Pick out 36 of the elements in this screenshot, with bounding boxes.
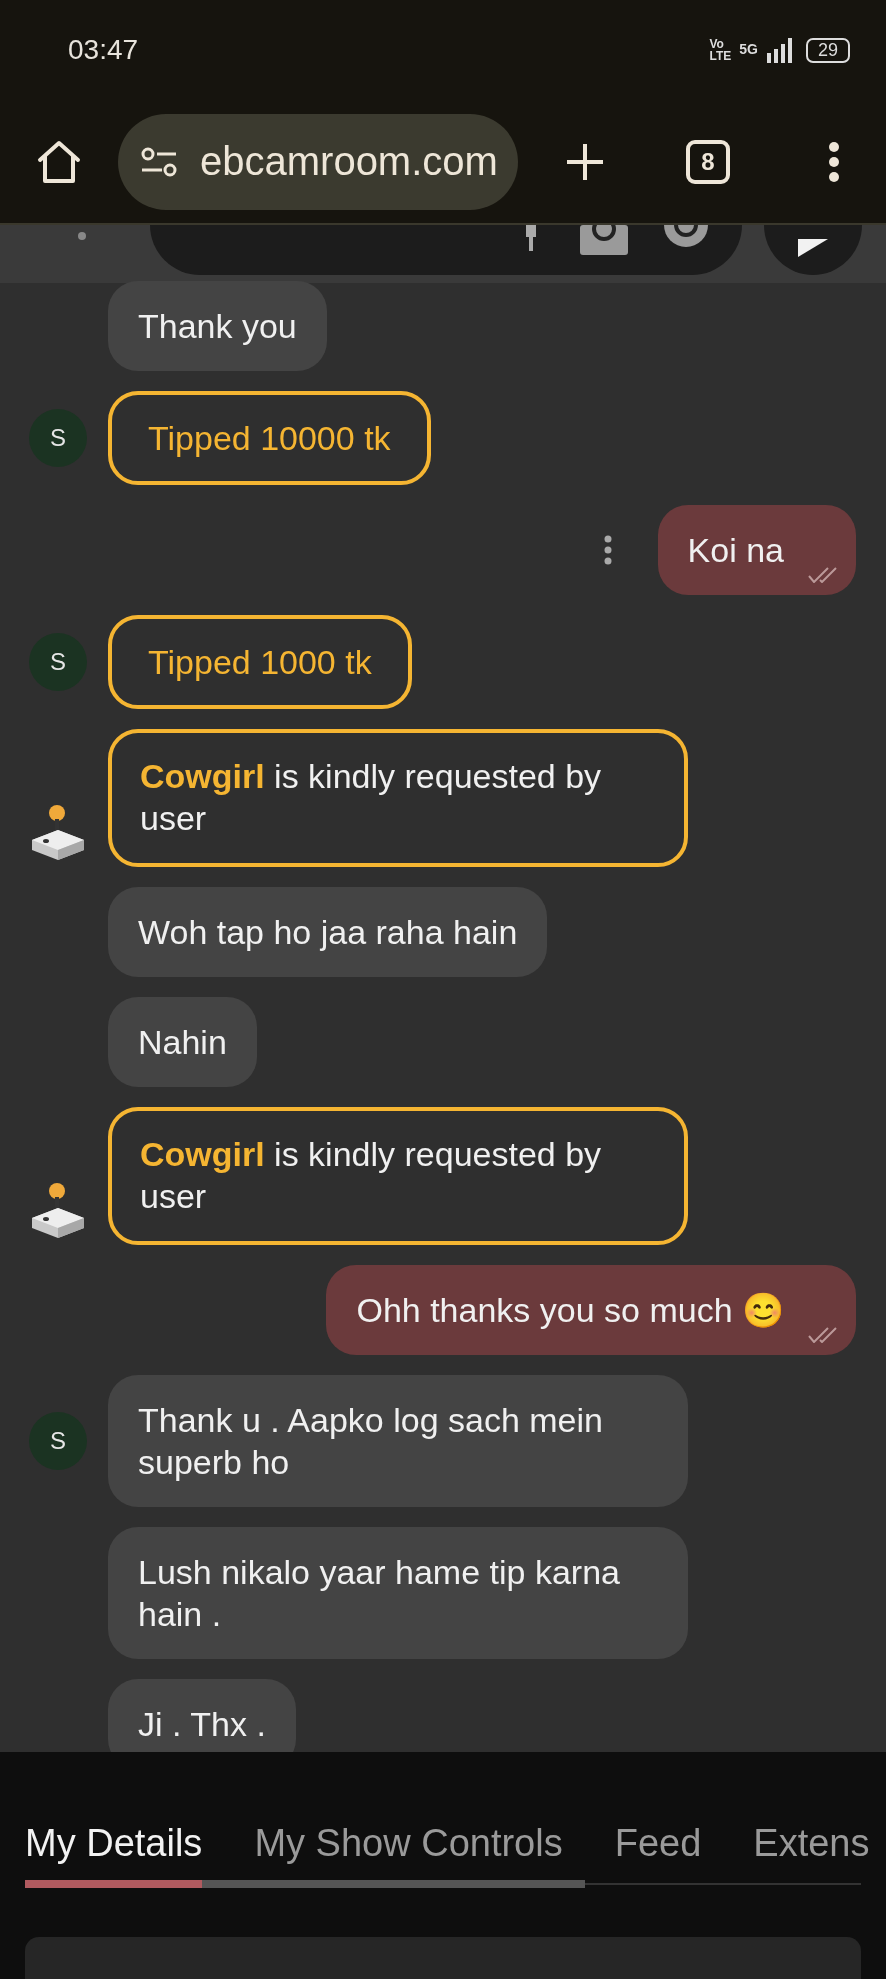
joystick-icon (30, 1182, 86, 1240)
camera-icon[interactable] (580, 225, 628, 255)
tab[interactable]: My Show Controls (254, 1822, 563, 1883)
notice-bubble: Cowgirl is kindly requested by user (108, 1107, 688, 1245)
address-bar[interactable]: ebcamroom.com (118, 113, 518, 210)
battery-indicator: 29 (805, 37, 850, 63)
tab-count-button[interactable]: 8 (686, 139, 730, 184)
message-bubble: Thank you (108, 281, 327, 371)
message-bubble: Lush nikalo yaar hame tip karna hain . (108, 1527, 688, 1659)
message-bubble: Woh tap ho jaa raha hain (108, 887, 548, 977)
message-bubble: Thank u . Aapko log sach mein superb ho (108, 1375, 688, 1507)
home-icon[interactable] (36, 139, 82, 184)
message-bubble: Ohh thanks you so much 😊 (326, 1265, 856, 1355)
tab[interactable]: My Details (25, 1822, 203, 1888)
notice-bubble: Tipped 10000 tk (108, 391, 431, 485)
send-icon[interactable] (798, 239, 828, 257)
new-tab-icon[interactable] (565, 141, 605, 182)
network-label: 5G (739, 41, 758, 57)
joystick-icon (30, 804, 86, 862)
tab[interactable]: Extens (753, 1822, 870, 1883)
message-bubble: Ji . Thx . (108, 1679, 296, 1752)
signal-icon (765, 37, 792, 63)
user-avatar: S (29, 633, 87, 691)
dot-icon (78, 232, 86, 240)
notice-bubble: Tipped 1000 tk (108, 615, 412, 709)
tab[interactable]: Feed (614, 1822, 702, 1883)
user-avatar: S (29, 409, 87, 467)
message-bubble: Nahin (108, 997, 257, 1087)
message-menu-icon[interactable] (603, 535, 612, 565)
notice-bubble: Cowgirl is kindly requested by user (108, 729, 688, 867)
clock-time: 03:47 (68, 34, 139, 66)
menu-icon[interactable] (828, 141, 840, 182)
site-settings-icon[interactable] (140, 146, 178, 177)
user-avatar: S (29, 1412, 87, 1470)
message-bubble: Koi na (657, 505, 856, 595)
volte-label: Vo LTE (709, 38, 732, 62)
